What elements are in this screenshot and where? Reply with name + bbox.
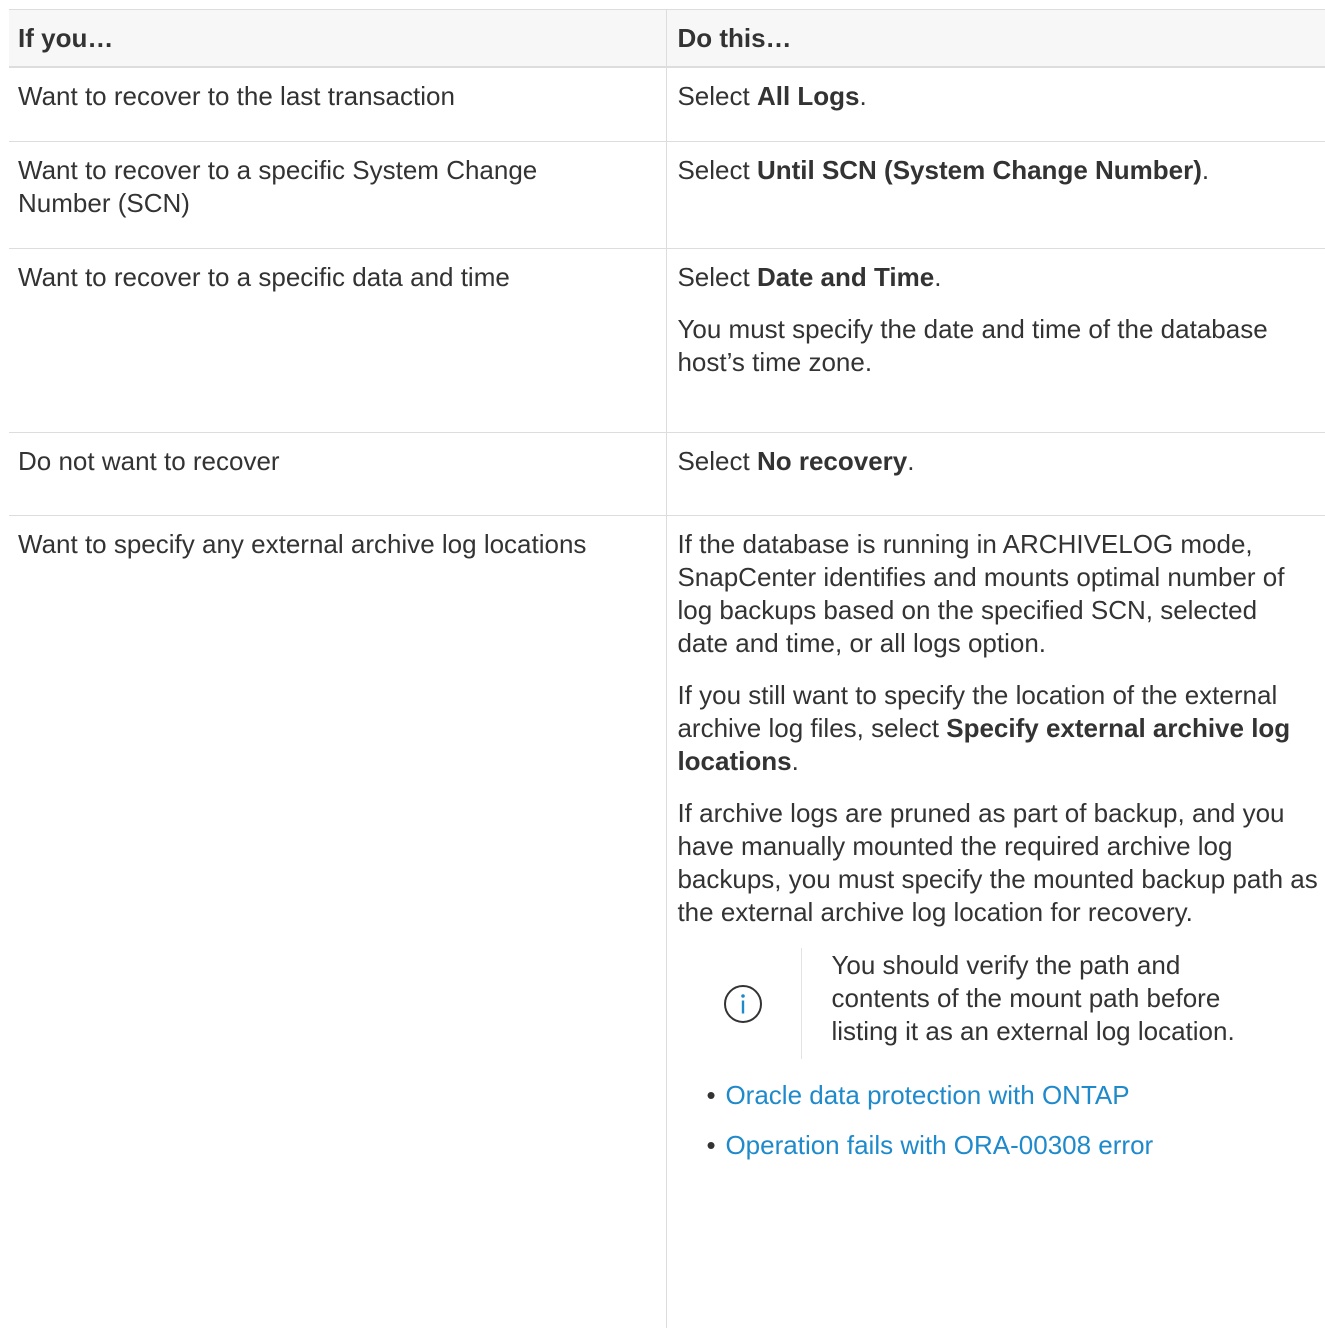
condition-cell: Want to recover to a specific data and t… [9, 249, 667, 433]
action-detail: You must specify the date and time of th… [677, 313, 1317, 379]
table-row: Do not want to recover Select No recover… [9, 433, 1325, 516]
action-suffix: . [934, 262, 941, 292]
link-oracle-data-protection[interactable]: Oracle data protection with ONTAP [725, 1080, 1129, 1110]
table-row: Want to recover to a specific data and t… [9, 249, 1325, 433]
action-cell: Select Date and Time. You must specify t… [667, 249, 1325, 433]
action-option: No recovery [757, 446, 907, 476]
action-cell: If the database is running in ARCHIVELOG… [667, 516, 1325, 1328]
condition-cell: Want to recover to the last transaction [9, 67, 667, 142]
archivelog-paragraph: If the database is running in ARCHIVELOG… [677, 528, 1309, 660]
action-suffix: . [860, 81, 867, 111]
condition-text: Want to recover to a specific data and t… [18, 262, 510, 292]
pruned-logs-paragraph: If archive logs are pruned as part of ba… [677, 797, 1322, 929]
action-suffix: . [792, 746, 799, 776]
action-prefix: Select [677, 446, 757, 476]
action-option: Until SCN (System Change Number) [757, 155, 1202, 185]
header-do-this: Do this… [667, 10, 1325, 68]
action-prefix: Select [677, 81, 757, 111]
action-option: Date and Time [757, 262, 934, 292]
note-icon-container [695, 948, 802, 1059]
action-suffix: . [907, 446, 914, 476]
table-row: Want to recover to a specific System Cha… [9, 142, 1325, 249]
bullet: • [706, 1079, 715, 1112]
table-header-row: If you… Do this… [9, 10, 1325, 68]
note-text: You should verify the path and contents … [802, 948, 1271, 1059]
action-cell: Select Until SCN (System Change Number). [667, 142, 1325, 249]
link-ora-00308-error[interactable]: Operation fails with ORA-00308 error [725, 1130, 1153, 1160]
condition-cell: Want to recover to a specific System Cha… [9, 142, 667, 249]
note-admonition: You should verify the path and contents … [695, 948, 1325, 1059]
action-suffix: . [1202, 155, 1209, 185]
action-paragraph: Select Date and Time. [677, 261, 1325, 294]
table-row: Want to recover to the last transaction … [9, 67, 1325, 142]
condition-text: Want to recover to the last transaction [18, 81, 455, 111]
list-item: • Operation fails with ORA-00308 error [706, 1129, 1325, 1162]
external-location-paragraph: If you still want to specify the locatio… [677, 679, 1322, 778]
recovery-options-table: If you… Do this… Want to recover to the … [9, 9, 1325, 1328]
action-cell: Select All Logs. [667, 67, 1325, 142]
condition-cell: Do not want to recover [9, 433, 667, 516]
bullet: • [706, 1129, 715, 1162]
condition-cell: Want to specify any external archive log… [9, 516, 667, 1328]
condition-text: Want to recover to a specific System Cha… [18, 154, 608, 220]
action-prefix: Select [677, 262, 757, 292]
action-cell: Select No recovery. [667, 433, 1325, 516]
action-prefix: Select [677, 155, 757, 185]
list-item: • Oracle data protection with ONTAP [706, 1079, 1325, 1112]
condition-text: Want to specify any external archive log… [18, 529, 586, 559]
related-links-list: • Oracle data protection with ONTAP • Op… [677, 1079, 1325, 1162]
table-row: Want to specify any external archive log… [9, 516, 1325, 1328]
action-option: All Logs [757, 81, 860, 111]
condition-text: Do not want to recover [18, 446, 280, 476]
header-if-you: If you… [9, 10, 667, 68]
info-icon [723, 984, 763, 1024]
